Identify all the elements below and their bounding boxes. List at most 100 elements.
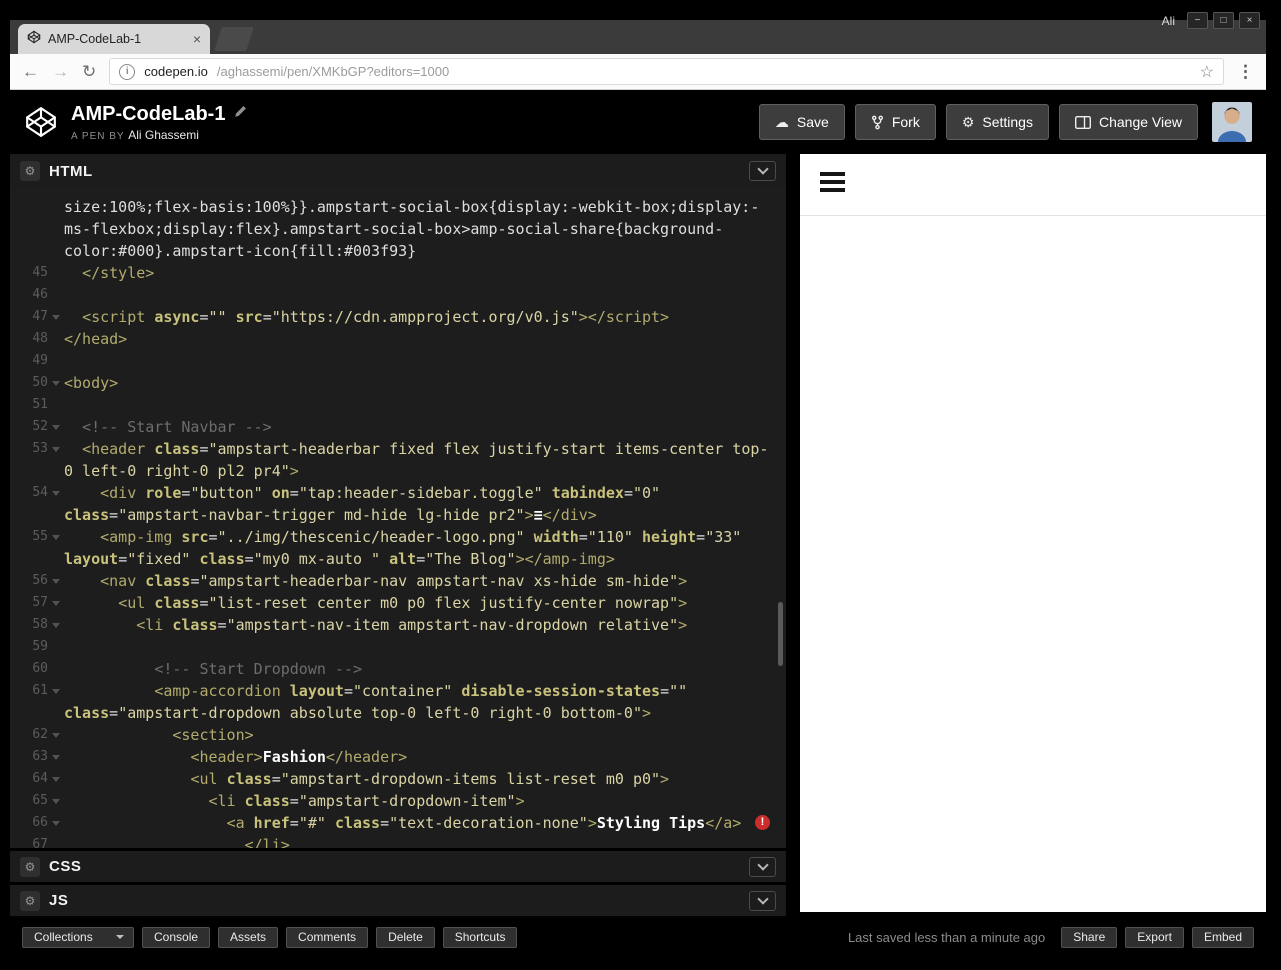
- code-row[interactable]: 45 </style>: [10, 262, 786, 284]
- code-row[interactable]: 59: [10, 636, 786, 658]
- code-row[interactable]: 55 <amp-img src="../img/thescenic/header…: [10, 526, 786, 548]
- code-row[interactable]: class="ampstart-navbar-trigger md-hide l…: [10, 504, 786, 526]
- fold-arrow-icon[interactable]: [48, 790, 64, 812]
- line-number: [10, 460, 48, 482]
- js-collapse-button[interactable]: [749, 890, 776, 911]
- code-row[interactable]: 64 <ul class="ampstart-dropdown-items li…: [10, 768, 786, 790]
- line-number: 61: [32, 683, 48, 698]
- settings-button[interactable]: ⚙ Settings: [945, 104, 1049, 140]
- export-button[interactable]: Export: [1125, 926, 1184, 948]
- code-row[interactable]: 67 </li>: [10, 834, 786, 848]
- fold-arrow-icon[interactable]: [48, 680, 64, 702]
- caret-down-icon: [116, 935, 124, 939]
- bookmark-star-icon[interactable]: ☆: [1200, 62, 1214, 82]
- edit-title-pencil-icon[interactable]: [234, 105, 247, 123]
- tab-close-icon[interactable]: ×: [193, 32, 201, 46]
- desktop-user-label: Ali: [1161, 13, 1175, 28]
- css-panel-header[interactable]: ⚙ CSS: [10, 848, 786, 882]
- settings-label: Settings: [982, 114, 1033, 130]
- save-button[interactable]: ☁ Save: [758, 104, 845, 140]
- change-view-button[interactable]: Change View: [1058, 104, 1198, 140]
- fold-arrow-icon[interactable]: [48, 416, 64, 438]
- reload-button[interactable]: ↻: [82, 62, 96, 82]
- js-panel-header[interactable]: ⚙ JS: [10, 882, 786, 916]
- fold-arrow-icon[interactable]: [48, 438, 64, 460]
- byline-label: A PEN BY: [71, 130, 125, 142]
- code-row[interactable]: layout="fixed" class="my0 mx-auto " alt=…: [10, 548, 786, 570]
- fold-arrow-icon[interactable]: [48, 592, 64, 614]
- code-row[interactable]: color:#000}.ampstart-icon{fill:#003f93}: [10, 240, 786, 262]
- back-button[interactable]: ←: [22, 62, 39, 82]
- fold-arrow-icon[interactable]: [48, 812, 64, 834]
- editor-scrollbar[interactable]: [778, 602, 783, 666]
- browser-tab[interactable]: AMP-CodeLab-1 ×: [18, 24, 210, 54]
- hamburger-menu-icon[interactable]: [820, 172, 845, 192]
- lint-error-icon[interactable]: !: [755, 815, 770, 830]
- collections-dropdown[interactable]: Collections: [22, 926, 134, 948]
- code-row[interactable]: 48 </head>: [10, 328, 786, 350]
- code-row[interactable]: 0 left-0 right-0 pl2 pr4">: [10, 460, 786, 482]
- line-number: 60: [32, 661, 48, 676]
- html-panel-header[interactable]: ⚙ HTML: [10, 154, 786, 188]
- console-button[interactable]: Console: [142, 926, 211, 948]
- fold-arrow-icon[interactable]: [48, 526, 64, 548]
- pen-title-block: AMP-CodeLab-1 A PEN BY Ali Ghassemi: [71, 103, 247, 142]
- html-settings-gear-icon[interactable]: ⚙: [20, 161, 40, 181]
- delete-button[interactable]: Delete: [376, 926, 435, 948]
- comments-button[interactable]: Comments: [286, 926, 369, 948]
- code-row[interactable]: 51: [10, 394, 786, 416]
- fold-arrow-icon[interactable]: [48, 482, 64, 504]
- fold-arrow-icon[interactable]: [48, 570, 64, 592]
- embed-button[interactable]: Embed: [1191, 926, 1254, 948]
- close-button[interactable]: ×: [1239, 12, 1260, 29]
- fold-arrow-icon[interactable]: [48, 372, 64, 394]
- code-row[interactable]: 52 <!-- Start Navbar -->: [10, 416, 786, 438]
- code-row[interactable]: 49: [10, 350, 786, 372]
- maximize-button[interactable]: □: [1213, 12, 1234, 29]
- line-number: 65: [32, 793, 48, 808]
- site-info-icon[interactable]: i: [119, 63, 136, 80]
- js-settings-gear-icon[interactable]: ⚙: [20, 890, 40, 911]
- assets-button[interactable]: Assets: [218, 926, 279, 948]
- code-row[interactable]: 61 <amp-accordion layout="container" dis…: [10, 680, 786, 702]
- code-row[interactable]: 62 <section>: [10, 724, 786, 746]
- share-button[interactable]: Share: [1061, 926, 1118, 948]
- code-row[interactable]: size:100%;flex-basis:100%}}.ampstart-soc…: [10, 196, 786, 218]
- html-code-editor[interactable]: size:100%;flex-basis:100%}}.ampstart-soc…: [10, 188, 786, 848]
- line-number: 55: [32, 529, 48, 544]
- url-input[interactable]: i codepen.io/aghassemi/pen/XMKbGP?editor…: [109, 58, 1224, 85]
- code-row[interactable]: 46: [10, 284, 786, 306]
- author-link[interactable]: Ali Ghassemi: [128, 128, 199, 142]
- fold-arrow-icon[interactable]: [48, 724, 64, 746]
- browser-menu-icon[interactable]: ⋮: [1237, 62, 1254, 82]
- fold-arrow-icon[interactable]: [48, 746, 64, 768]
- chevron-down-icon: [756, 858, 769, 871]
- fold-arrow-icon[interactable]: [48, 306, 64, 328]
- code-row[interactable]: 50 <body>: [10, 372, 786, 394]
- fold-arrow-icon[interactable]: [48, 614, 64, 636]
- code-row[interactable]: 56 <nav class="ampstart-headerbar-nav am…: [10, 570, 786, 592]
- code-row[interactable]: 63 <header>Fashion</header>: [10, 746, 786, 768]
- code-row[interactable]: 66 <a href="#" class="text-decoration-no…: [10, 812, 786, 834]
- code-row[interactable]: ms-flexbox;display:flex}.ampstart-social…: [10, 218, 786, 240]
- css-collapse-button[interactable]: [749, 856, 776, 877]
- code-row[interactable]: 54 <div role="button" on="tap:header-sid…: [10, 482, 786, 504]
- code-row[interactable]: 47 <script async="" src="https://cdn.amp…: [10, 306, 786, 328]
- css-settings-gear-icon[interactable]: ⚙: [20, 856, 40, 877]
- footer-bar: Collections Console Assets Comments Dele…: [10, 922, 1266, 952]
- fork-button[interactable]: Fork: [854, 104, 936, 140]
- codepen-logo-icon[interactable]: [24, 105, 58, 139]
- html-collapse-button[interactable]: [749, 161, 776, 181]
- new-tab-button[interactable]: [214, 27, 254, 51]
- forward-button[interactable]: →: [52, 62, 69, 82]
- code-row[interactable]: 58 <li class="ampstart-nav-item ampstart…: [10, 614, 786, 636]
- code-row[interactable]: 60 <!-- Start Dropdown -->: [10, 658, 786, 680]
- code-row[interactable]: 53 <header class="ampstart-headerbar fix…: [10, 438, 786, 460]
- code-row[interactable]: 57 <ul class="list-reset center m0 p0 fl…: [10, 592, 786, 614]
- code-row[interactable]: class="ampstart-dropdown absolute top-0 …: [10, 702, 786, 724]
- shortcuts-button[interactable]: Shortcuts: [442, 926, 518, 948]
- code-row[interactable]: 65 <li class="ampstart-dropdown-item">: [10, 790, 786, 812]
- minimize-button[interactable]: −: [1187, 12, 1208, 29]
- avatar[interactable]: [1212, 102, 1252, 142]
- fold-arrow-icon[interactable]: [48, 768, 64, 790]
